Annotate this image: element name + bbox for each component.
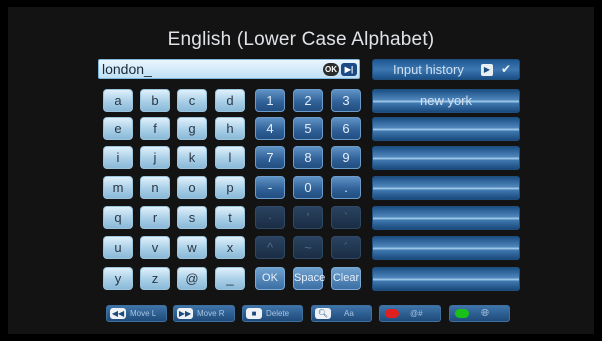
key-6-2[interactable]: @	[177, 267, 207, 290]
history-item[interactable]	[372, 176, 520, 200]
key-0-3[interactable]: d	[215, 89, 245, 112]
history-item[interactable]	[372, 206, 520, 230]
key-1-0[interactable]: e	[103, 117, 133, 140]
key-2-0[interactable]: i	[103, 146, 133, 169]
language-button[interactable]: 🌐︎	[449, 305, 510, 322]
key-1-1[interactable]: f	[140, 117, 170, 140]
key-4-0[interactable]: q	[103, 206, 133, 229]
key-3-5[interactable]: 0	[293, 176, 323, 199]
key-4-4[interactable]: ·	[255, 206, 285, 229]
key-5-2[interactable]: w	[177, 236, 207, 259]
key-1-2[interactable]: g	[177, 117, 207, 140]
key-5-3[interactable]: x	[215, 236, 245, 259]
key-0-4[interactable]: 1	[255, 89, 285, 112]
key-0-0[interactable]: a	[103, 89, 133, 112]
key-3-3[interactable]: p	[215, 176, 245, 199]
input-value: london_	[102, 61, 152, 77]
key-3-6[interactable]: .	[331, 176, 361, 199]
key-5-6[interactable]: ´	[331, 236, 361, 259]
key-4-3[interactable]: t	[215, 206, 245, 229]
key-4-6[interactable]: `	[331, 206, 361, 229]
move-left-button[interactable]: ◀◀ Move L	[106, 305, 167, 322]
fast-forward-icon: ▶▶	[177, 308, 193, 319]
zoom-icon: 🔍︎	[315, 308, 331, 319]
key-6-0[interactable]: y	[103, 267, 133, 290]
key-6-6[interactable]: Clear	[331, 267, 361, 290]
key-6-1[interactable]: z	[140, 267, 170, 290]
red-key-icon	[385, 309, 399, 318]
key-0-5[interactable]: 2	[293, 89, 323, 112]
key-1-6[interactable]: 6	[331, 117, 361, 140]
key-6-4[interactable]: OK	[255, 267, 285, 290]
key-2-4[interactable]: 7	[255, 146, 285, 169]
key-4-5[interactable]: '	[293, 206, 323, 229]
key-2-6[interactable]: 9	[331, 146, 361, 169]
rewind-icon: ◀◀	[110, 308, 126, 319]
globe-icon: 🌐︎	[481, 308, 489, 319]
key-2-5[interactable]: 8	[293, 146, 323, 169]
input-history-label: Input history	[393, 62, 464, 77]
text-input[interactable]: london_ OK ▶|	[98, 59, 360, 79]
key-4-1[interactable]: r	[140, 206, 170, 229]
key-1-5[interactable]: 5	[293, 117, 323, 140]
history-item[interactable]	[372, 236, 520, 260]
history-item-label: new york	[419, 93, 473, 108]
key-2-2[interactable]: k	[177, 146, 207, 169]
check-icon: ✔	[500, 62, 511, 76]
key-4-2[interactable]: s	[177, 206, 207, 229]
key-6-5[interactable]: Space	[293, 267, 325, 290]
key-3-0[interactable]: m	[103, 176, 133, 199]
key-3-4[interactable]: -	[255, 176, 285, 199]
input-history-header[interactable]: Input history ▶ ✔	[372, 59, 520, 80]
history-item[interactable]	[372, 267, 520, 291]
key-0-2[interactable]: c	[177, 89, 207, 112]
key-6-3[interactable]: _	[215, 267, 245, 290]
symbols-label: @#	[410, 309, 423, 318]
key-3-1[interactable]: n	[140, 176, 170, 199]
key-2-1[interactable]: j	[140, 146, 170, 169]
delete-button[interactable]: ■ Delete	[242, 305, 303, 322]
ok-icon: OK	[323, 63, 339, 76]
move-left-label: Move L	[130, 309, 157, 318]
key-5-0[interactable]: u	[103, 236, 133, 259]
key-1-4[interactable]: 4	[255, 117, 285, 140]
play-icon: ▶	[481, 64, 493, 76]
history-item[interactable]: new york	[372, 89, 520, 113]
delete-label: Delete	[266, 309, 290, 318]
play-pause-icon: ▶|	[341, 63, 357, 76]
key-0-6[interactable]: 3	[331, 89, 361, 112]
key-3-2[interactable]: o	[177, 176, 207, 199]
key-2-3[interactable]: l	[215, 146, 245, 169]
move-right-button[interactable]: ▶▶ Move R	[173, 305, 235, 322]
stop-icon: ■	[246, 308, 262, 319]
case-toggle-button[interactable]: 🔍︎ Aa	[311, 305, 372, 322]
key-0-1[interactable]: b	[140, 89, 170, 112]
key-5-1[interactable]: v	[140, 236, 170, 259]
key-5-5[interactable]: ~	[293, 236, 323, 259]
history-item[interactable]	[372, 146, 520, 170]
key-5-4[interactable]: ^	[255, 236, 285, 259]
move-right-label: Move R	[197, 309, 225, 318]
green-key-icon	[455, 309, 469, 318]
history-item[interactable]	[372, 117, 520, 141]
page-title: English (Lower Case Alphabet)	[167, 29, 435, 50]
key-1-3[interactable]: h	[215, 117, 245, 140]
symbols-button[interactable]: @#	[379, 305, 441, 322]
case-label: Aa	[344, 309, 354, 318]
